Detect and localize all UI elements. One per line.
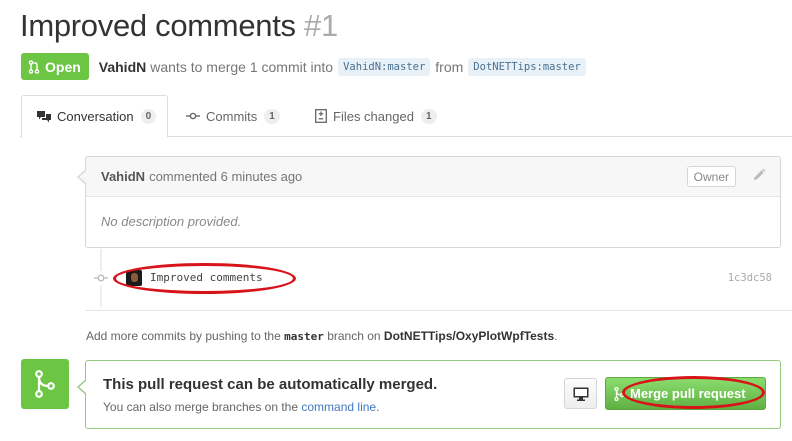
pr-summary-text: wants to merge 1 commit into [150,58,334,75]
push-note-branch: master [284,330,324,343]
git-commit-icon [186,112,200,120]
open-in-desktop-button[interactable] [564,378,597,409]
merge-pull-request-button[interactable]: Merge pull request [605,377,766,410]
tab-conversation-counter: 0 [140,109,157,124]
comment-header: VahidN commented 6 minutes ago Owner [86,157,780,197]
owner-label: Owner [686,166,736,187]
tab-files-changed-label: Files changed [333,108,414,124]
state-badge: Open [21,53,89,80]
tab-bar: Conversation 0 Commits 1 Files changed 1 [20,95,792,138]
device-desktop-icon [573,387,588,401]
pencil-icon[interactable] [752,168,766,182]
merge-subtext-suffix: . [376,400,380,414]
pr-description-comment: VahidN commented 6 minutes ago Owner No … [77,156,781,248]
tab-conversation[interactable]: Conversation 0 [21,95,168,138]
merge-heading: This pull request can be automatically m… [103,376,438,393]
git-pull-request-icon [28,59,40,74]
tab-commits-label: Commits [206,108,258,124]
state-label: Open [45,58,81,75]
head-branch-label: DotNETTips:master [468,57,586,76]
diff-icon [315,109,327,123]
pr-meta: Open VahidN wants to merge 1 commit into… [21,53,591,80]
pr-number: #1 [304,8,338,43]
pr-title: Improved comments #1 [20,8,338,44]
divider [85,310,792,311]
merge-status-icon-box [21,359,69,409]
git-merge-icon [35,370,55,398]
push-note-suffix: . [554,329,558,343]
push-note-middle: branch on [327,329,381,343]
push-note: Add more commits by pushing to the maste… [86,329,558,343]
commit-message-link[interactable]: Improved comments [150,271,263,284]
git-commit-icon [94,271,108,285]
tab-commits[interactable]: Commits 1 [186,95,280,137]
merge-subtext-prefix: You can also merge branches on the [103,400,299,414]
from-text: from [435,58,464,75]
comment-author-link[interactable]: VahidN [101,169,145,184]
merge-box: This pull request can be automatically m… [77,360,781,429]
tab-files-changed[interactable]: Files changed 1 [315,95,437,137]
push-note-repo: DotNETTips/OxyPlotWpfTests [383,329,555,343]
pr-author-link[interactable]: VahidN [99,59,146,75]
tab-files-changed-counter: 1 [420,108,437,124]
command-line-link[interactable]: command line [301,400,376,414]
comment-discussion-icon [37,110,51,122]
merge-button-label: Merge pull request [630,386,746,401]
git-merge-icon [614,386,624,401]
commit-row: Improved comments 1c3dc58 [90,266,780,290]
comment-body: No description provided. [101,214,242,229]
merge-subtext: You can also merge branches on the comma… [103,400,379,414]
commit-sha-link[interactable]: 1c3dc58 [728,272,772,284]
pr-title-text: Improved comments [20,8,296,43]
commit-author-avatar[interactable] [126,270,142,286]
comment-timestamp[interactable]: commented 6 minutes ago [149,169,302,184]
tab-commits-counter: 1 [264,108,280,124]
base-branch-label: VahidN:master [338,57,431,76]
push-note-prefix: Add more commits by pushing to the [86,329,281,343]
merge-box-arrow-inner [79,380,87,394]
tab-conversation-label: Conversation [57,109,134,124]
